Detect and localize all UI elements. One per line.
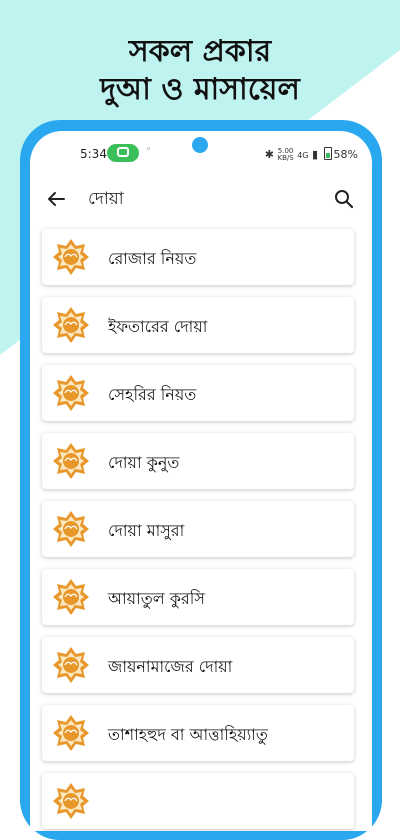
list-item[interactable] <box>42 773 354 829</box>
ongoing-call-indicator[interactable] <box>107 144 139 162</box>
net-speed: 5.00 KB/S <box>277 148 293 162</box>
status-right-group: ✱ 5.00 KB/S 4G ▮ 58% <box>265 147 358 162</box>
battery-icon <box>323 147 332 160</box>
list-item-label: দোয়া মাসুরা <box>108 521 185 540</box>
phone-screen: 5:34 ◦ ✱ 5.00 KB/S 4G ▮ 58% দোয়া রোজার ন… <box>30 131 372 831</box>
net-speed-unit: KB/S <box>277 154 294 162</box>
bluetooth-icon: ✱ <box>264 148 274 161</box>
allah-badge-icon <box>53 511 89 547</box>
list-item[interactable]: তাশাহহুদ বা আত্তাহিয়্যাতু <box>42 705 354 761</box>
promo-headline-line1: সকল প্রকার <box>128 34 272 69</box>
allah-badge-icon <box>53 783 89 819</box>
allah-badge-icon <box>53 307 89 343</box>
list-item-label: দোয়া কুনুত <box>108 453 180 472</box>
allah-badge-icon <box>53 579 89 615</box>
list-item[interactable]: জায়নামাজের দোয়া <box>42 637 354 693</box>
allah-badge-icon <box>53 647 89 683</box>
app-bar: দোয়া <box>30 175 372 223</box>
arrow-left-icon <box>48 192 65 206</box>
list-item-label: ইফতারের দোয়া <box>108 317 208 336</box>
battery-level: 58% <box>333 148 358 161</box>
back-button[interactable] <box>42 185 70 213</box>
list-item[interactable]: রোজার নিয়ত <box>42 229 354 285</box>
allah-badge-icon <box>53 715 89 751</box>
list-item-label: জায়নামাজের দোয়া <box>108 657 233 676</box>
search-button[interactable] <box>330 185 358 213</box>
notification-dot-icon: ◦ <box>146 145 152 155</box>
search-icon <box>335 190 354 209</box>
promo-headline-line2: দুআ ও মাসায়েল <box>100 72 300 107</box>
list-item-label: রোজার নিয়ত <box>108 249 197 268</box>
list-item[interactable]: দোয়া কুনুত <box>42 433 354 489</box>
list-item-label: সেহরির নিয়ত <box>108 385 197 404</box>
list-item-label: আয়াতুল কুরসি <box>108 589 205 608</box>
status-time: 5:34 <box>80 147 107 161</box>
network-type: 4G <box>297 151 309 160</box>
front-camera <box>192 137 208 153</box>
list-item[interactable]: দোয়া মাসুরা <box>42 501 354 557</box>
list-item-label: তাশাহহুদ বা আত্তাহিয়্যাতু <box>108 725 268 744</box>
list-item[interactable]: আয়াতুল কুরসি <box>42 569 354 625</box>
list-item[interactable]: সেহরির নিয়ত <box>42 365 354 421</box>
signal-icon: ▮ <box>311 148 319 161</box>
call-icon <box>117 147 129 157</box>
allah-badge-icon <box>53 375 89 411</box>
page-title: দোয়া <box>88 189 124 209</box>
allah-badge-icon <box>53 239 89 275</box>
list-item[interactable]: ইফতারের দোয়া <box>42 297 354 353</box>
allah-badge-icon <box>53 443 89 479</box>
